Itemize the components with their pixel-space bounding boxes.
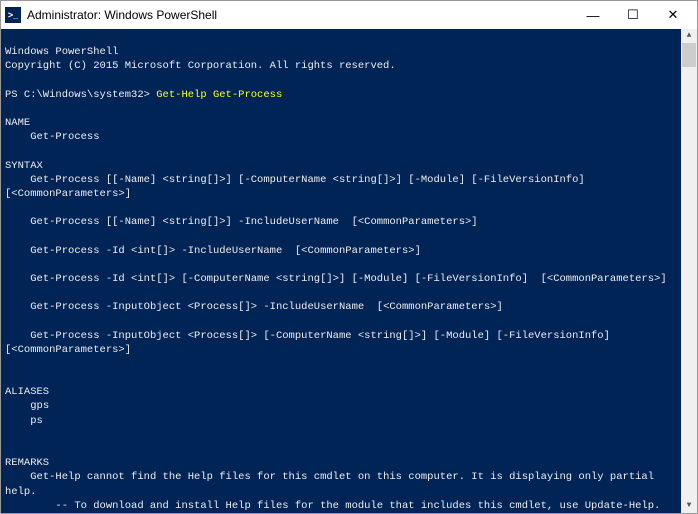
maximize-button[interactable]: ☐ (613, 2, 653, 28)
term-line: -- To download and install Help files fo… (5, 500, 660, 512)
term-line: Get-Process -InputObject <Process[]> [-C… (5, 330, 623, 356)
prompt-path: PS C:\Windows\system32> (5, 89, 156, 101)
terminal-content: Windows PowerShell Copyright (C) 2015 Mi… (5, 31, 693, 513)
term-line: Get-Process [[-Name] <string[]>] -Includ… (5, 216, 478, 228)
scroll-up-icon[interactable]: ▲ (682, 29, 696, 43)
term-line: NAME (5, 117, 30, 129)
window-title: Administrator: Windows PowerShell (27, 8, 573, 22)
window-controls: — ☐ ✕ (573, 2, 693, 28)
term-line: Windows PowerShell (5, 46, 118, 58)
titlebar[interactable]: >_ Administrator: Windows PowerShell — ☐… (1, 1, 697, 29)
minimize-button[interactable]: — (573, 2, 613, 28)
term-line: gps (5, 400, 49, 412)
scrollbar-thumb[interactable] (682, 43, 696, 67)
term-line: Get-Help cannot find the Help files for … (5, 471, 660, 497)
terminal-area[interactable]: Windows PowerShell Copyright (C) 2015 Mi… (1, 29, 697, 513)
scrollbar[interactable]: ▲ ▼ (681, 29, 697, 513)
prompt-line: PS C:\Windows\system32> Get-Help Get-Pro… (5, 89, 282, 101)
powershell-icon: >_ (5, 7, 21, 23)
term-line: Get-Process [[-Name] <string[]>] [-Compu… (5, 174, 597, 200)
close-button[interactable]: ✕ (653, 2, 693, 28)
term-line: Get-Process -Id <int[]> -IncludeUserName… (5, 245, 421, 257)
term-line: Copyright (C) 2015 Microsoft Corporation… (5, 60, 396, 72)
command-text: Get-Help Get-Process (156, 89, 282, 101)
scroll-down-icon[interactable]: ▼ (682, 499, 696, 513)
term-line: ps (5, 415, 43, 427)
term-line: Get-Process (5, 131, 100, 143)
term-line: REMARKS (5, 457, 49, 469)
term-line: SYNTAX (5, 160, 43, 172)
term-line: Get-Process -InputObject <Process[]> -In… (5, 301, 503, 313)
term-line: Get-Process -Id <int[]> [-ComputerName <… (5, 273, 667, 285)
term-line: ALIASES (5, 386, 49, 398)
powershell-window: >_ Administrator: Windows PowerShell — ☐… (0, 0, 698, 514)
